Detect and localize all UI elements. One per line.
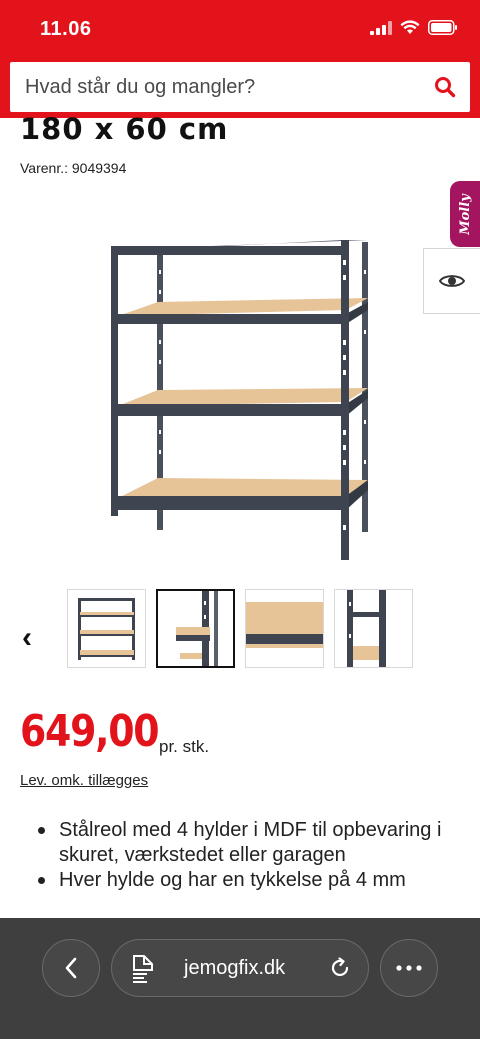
delivery-cost-link[interactable]: Lev. omk. tillægges (20, 772, 148, 789)
recently-viewed-button[interactable] (423, 248, 480, 314)
status-time: 11.06 (40, 18, 92, 40)
search-bar (10, 62, 470, 112)
thumbnail-upright-image (347, 590, 386, 667)
product-price: 649,00 (20, 706, 160, 757)
browser-url-text: jemogfix.dk (184, 957, 286, 979)
more-icon (396, 965, 422, 971)
thumbnail-board-image (246, 602, 323, 648)
eye-icon (439, 275, 465, 287)
search-input[interactable] (10, 62, 420, 112)
product-sku: Varenr.: 9049394 (20, 160, 127, 176)
feature-item: Hver hylde og har en tykkelse på 4 mm (36, 868, 456, 893)
molly-label: Molly (457, 193, 473, 235)
price-unit: pr. stk. (159, 737, 210, 756)
gallery-thumbnail[interactable] (334, 589, 413, 668)
search-button[interactable] (420, 62, 470, 112)
search-icon (435, 77, 456, 98)
thumbnail-shelf-image (78, 598, 135, 660)
browser-more-button[interactable] (380, 939, 438, 997)
browser-url-bar[interactable]: jemogfix.dk (111, 939, 369, 997)
page-icon (133, 955, 153, 983)
gallery-thumbnail-active[interactable] (156, 589, 235, 668)
gallery-thumbnail[interactable] (245, 589, 324, 668)
chevron-left-icon (65, 957, 77, 979)
browser-back-button[interactable] (42, 939, 100, 997)
chevron-left-icon: ‹ (22, 621, 32, 654)
reload-icon[interactable] (329, 957, 351, 979)
feature-list: Stålreol med 4 hylder i MDF til opbevari… (36, 818, 456, 893)
product-title: 180 x 60 cm (20, 112, 229, 146)
product-image (111, 240, 368, 560)
battery-icon (428, 20, 457, 35)
gallery-thumbnail[interactable] (67, 589, 146, 668)
status-icons (370, 20, 458, 35)
thumbnail-corner-image (176, 591, 218, 666)
wifi-icon (400, 20, 420, 34)
feature-item: Stålreol med 4 hylder i MDF til opbevari… (36, 818, 456, 868)
molly-chat-button[interactable]: Molly (450, 181, 480, 247)
app-header: 11.06 (0, 0, 480, 118)
signal-icon (370, 20, 392, 35)
gallery-prev-button[interactable]: ‹ (22, 620, 32, 656)
